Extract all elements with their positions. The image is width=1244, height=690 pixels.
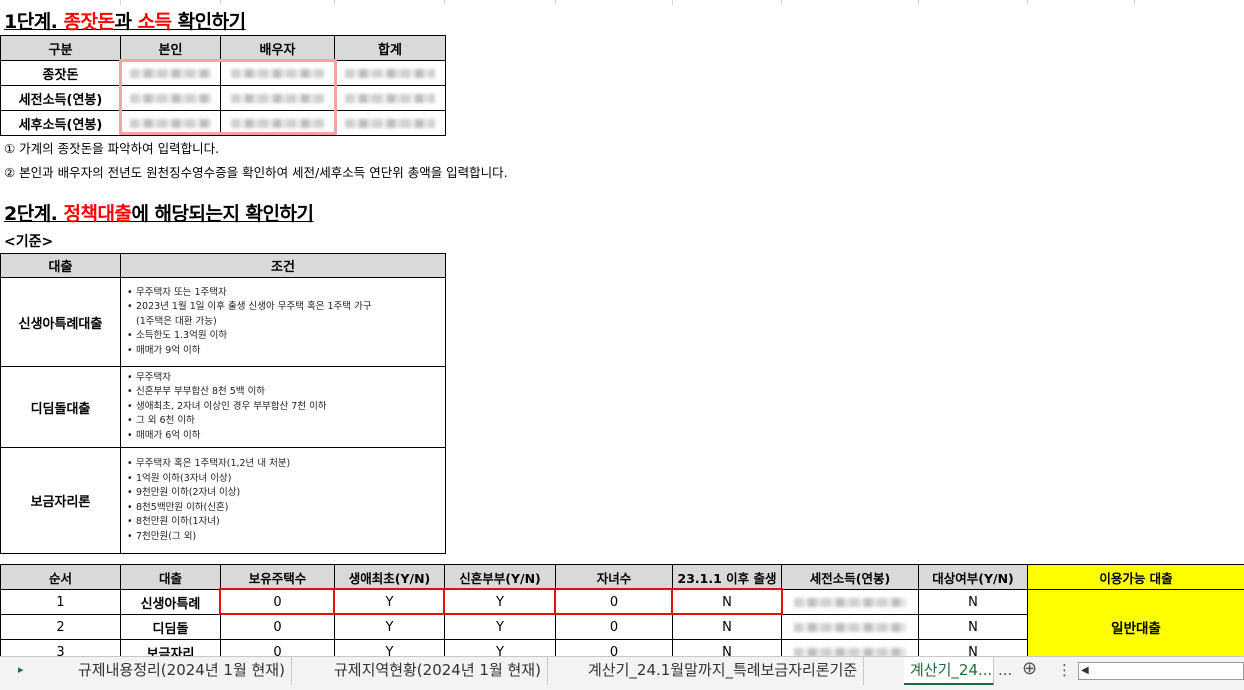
note-1: ① 가계의 종잣돈을 파악하여 입력합니다. [4,141,220,156]
self-seed-cell[interactable] [120,60,221,86]
condition-item: 8천5백만원 이하(신혼) [127,501,439,516]
children-cell[interactable]: 0 [555,589,673,615]
condition-item: 생애최초, 2자녀 이상인 경우 부부합산 7천 이하 [127,400,439,415]
seed-income-table: 구분 본인 배우자 합계 종잣돈 세전소득(연봉) 세후소득(연봉) [0,35,446,136]
spouse-pretax-cell[interactable] [220,85,335,111]
tab-regulated-areas[interactable]: 규제지역현황(2024년 1월 현재) [328,657,548,685]
born-after-cell: N [672,614,782,640]
condition-item: 8천만원 이하(1자녀) [127,515,439,530]
col-first-time: 생애최초(Y/N) [334,564,445,590]
eligible-cell: N [918,614,1028,640]
order-cell: 1 [0,589,121,615]
menu-dots-icon[interactable]: ⋮ [1057,661,1072,679]
loan-newborn: 신생아특례대출 [0,277,121,367]
born-after-cell[interactable]: N [672,589,782,615]
condition-item: 무주택자 [127,371,439,386]
sheet-tab-bar: ▸ 규제내용정리(2024년 1월 현재) 규제지역현황(2024년 1월 현재… [0,656,1244,690]
condition-item: 7천만원(그 외) [127,530,439,545]
step2-heading: 2단계. 정책대출에 해당되는지 확인하기 [4,203,314,225]
criteria-label: <기준> [4,234,54,250]
pretax-income-cell [781,589,919,615]
more-tabs-icon[interactable]: ... [998,661,1012,679]
col-order: 순서 [0,564,121,590]
header-spouse: 배우자 [220,35,335,61]
eligibility-table: 순서 대출 보유주택수 생애최초(Y/N) 신혼부부(Y/N) 자녀수 23.1… [0,564,1244,665]
row-label-pretax-income: 세전소득(연봉) [0,85,121,111]
step1-heading: 1단계. 종잣돈과 소득 확인하기 [4,11,246,33]
conditions-newborn: 무주택자 또는 1주택자2023년 1월 1일 이후 출생 신생아 무주택 혹은… [120,277,446,367]
condition-item: 무주택자 또는 1주택자 [127,286,439,301]
self-aftertax-cell[interactable] [120,110,221,136]
header-total: 합계 [334,35,446,61]
col-children: 자녀수 [555,564,673,590]
houses-cell: 0 [220,614,335,640]
col-pretax-income: 세전소득(연봉) [781,564,919,590]
houses-cell[interactable]: 0 [220,589,335,615]
spouse-aftertax-cell[interactable] [220,110,335,136]
loan-didimdol: 디딤돌대출 [0,366,121,448]
condition-item: 1억원 이하(3자녀 이상) [127,472,439,487]
pretax-income-cell [781,614,919,640]
first-time-cell[interactable]: Y [334,589,445,615]
total-pretax-cell [334,85,446,111]
condition-item: 소득한도 1.3억원 이하 [127,329,439,344]
newlywed-cell: Y [444,614,556,640]
add-sheet-icon[interactable]: ⊕ [1022,658,1037,679]
row-label-aftertax-income: 세후소득(연봉) [0,110,121,136]
header-condition: 조건 [120,253,446,278]
header-category: 구분 [0,35,121,61]
criteria-table: 대출 조건 신생아특례대출 무주택자 또는 1주택자2023년 1월 1일 이후… [0,253,446,554]
col-houses: 보유주택수 [220,564,335,590]
horizontal-scrollbar[interactable]: ◀ [1078,662,1244,680]
conditions-bogeumjari: 무주택자 혹은 1주택자(1,2년 내 처분)1억원 이하(3자녀 이상)9천만… [120,447,446,554]
first-time-cell: Y [334,614,445,640]
condition-item: 9천만원 이하(2자녀 이상) [127,486,439,501]
col-loan: 대출 [120,564,221,590]
col-newlywed: 신혼부부(Y/N) [444,564,556,590]
condition-item: 매매가 6억 이하 [127,429,439,444]
available-loan-cell: 일반대출 [1027,589,1244,665]
col-available-loan: 이용가능 대출 [1027,564,1244,590]
condition-item: 무주택자 혹은 1주택자(1,2년 내 처분) [127,457,439,472]
tab-calculator-special[interactable]: 계산기_24.1월말까지_특례보금자리론기준 [582,657,865,685]
header-self: 본인 [120,35,221,61]
tab-calculator-active[interactable]: 계산기_24... [904,657,994,685]
loan-bogeumjari: 보금자리론 [0,447,121,554]
spouse-seed-cell[interactable] [220,60,335,86]
conditions-didimdol: 무주택자신혼부부 부부합산 8천 5백 이하생애최초, 2자녀 이상인 경우 부… [120,366,446,448]
tab-scroll-next-icon[interactable]: ▸ [18,663,24,676]
header-loan: 대출 [0,253,121,278]
condition-item: (1주택은 대환 가능) [136,315,217,327]
table-row: 1 신생아특례 0 Y Y 0 N N 일반대출 [0,589,1244,665]
condition-item: 그 외 6천 이하 [127,414,439,429]
row-label-seed-money: 종잣돈 [0,60,121,86]
tab-regulation-summary[interactable]: 규제내용정리(2024년 1월 현재) [72,657,292,685]
col-eligible: 대상여부(Y/N) [918,564,1028,590]
loan-cell: 디딤돌 [120,614,221,640]
scroll-left-icon[interactable]: ◀ [1081,663,1089,679]
column-gridlines [0,0,1244,5]
self-pretax-cell[interactable] [120,85,221,111]
total-aftertax-cell [334,110,446,136]
order-cell: 2 [0,614,121,640]
condition-item: 매매가 9억 이하 [127,344,439,359]
note-2: ② 본인과 배우자의 전년도 원천징수영수증을 확인하여 세전/세후소득 연단위… [4,165,508,180]
newlywed-cell[interactable]: Y [444,589,556,615]
col-born-after: 23.1.1 이후 출생 [672,564,782,590]
children-cell: 0 [555,614,673,640]
condition-item: 신혼부부 부부합산 8천 5백 이하 [127,385,439,400]
eligible-cell: N [918,589,1028,615]
condition-item: 2023년 1월 1일 이후 출생 신생아 무주택 혹은 1주택 가구 [127,300,439,315]
loan-cell: 신생아특례 [120,589,221,615]
total-seed-cell [334,60,446,86]
